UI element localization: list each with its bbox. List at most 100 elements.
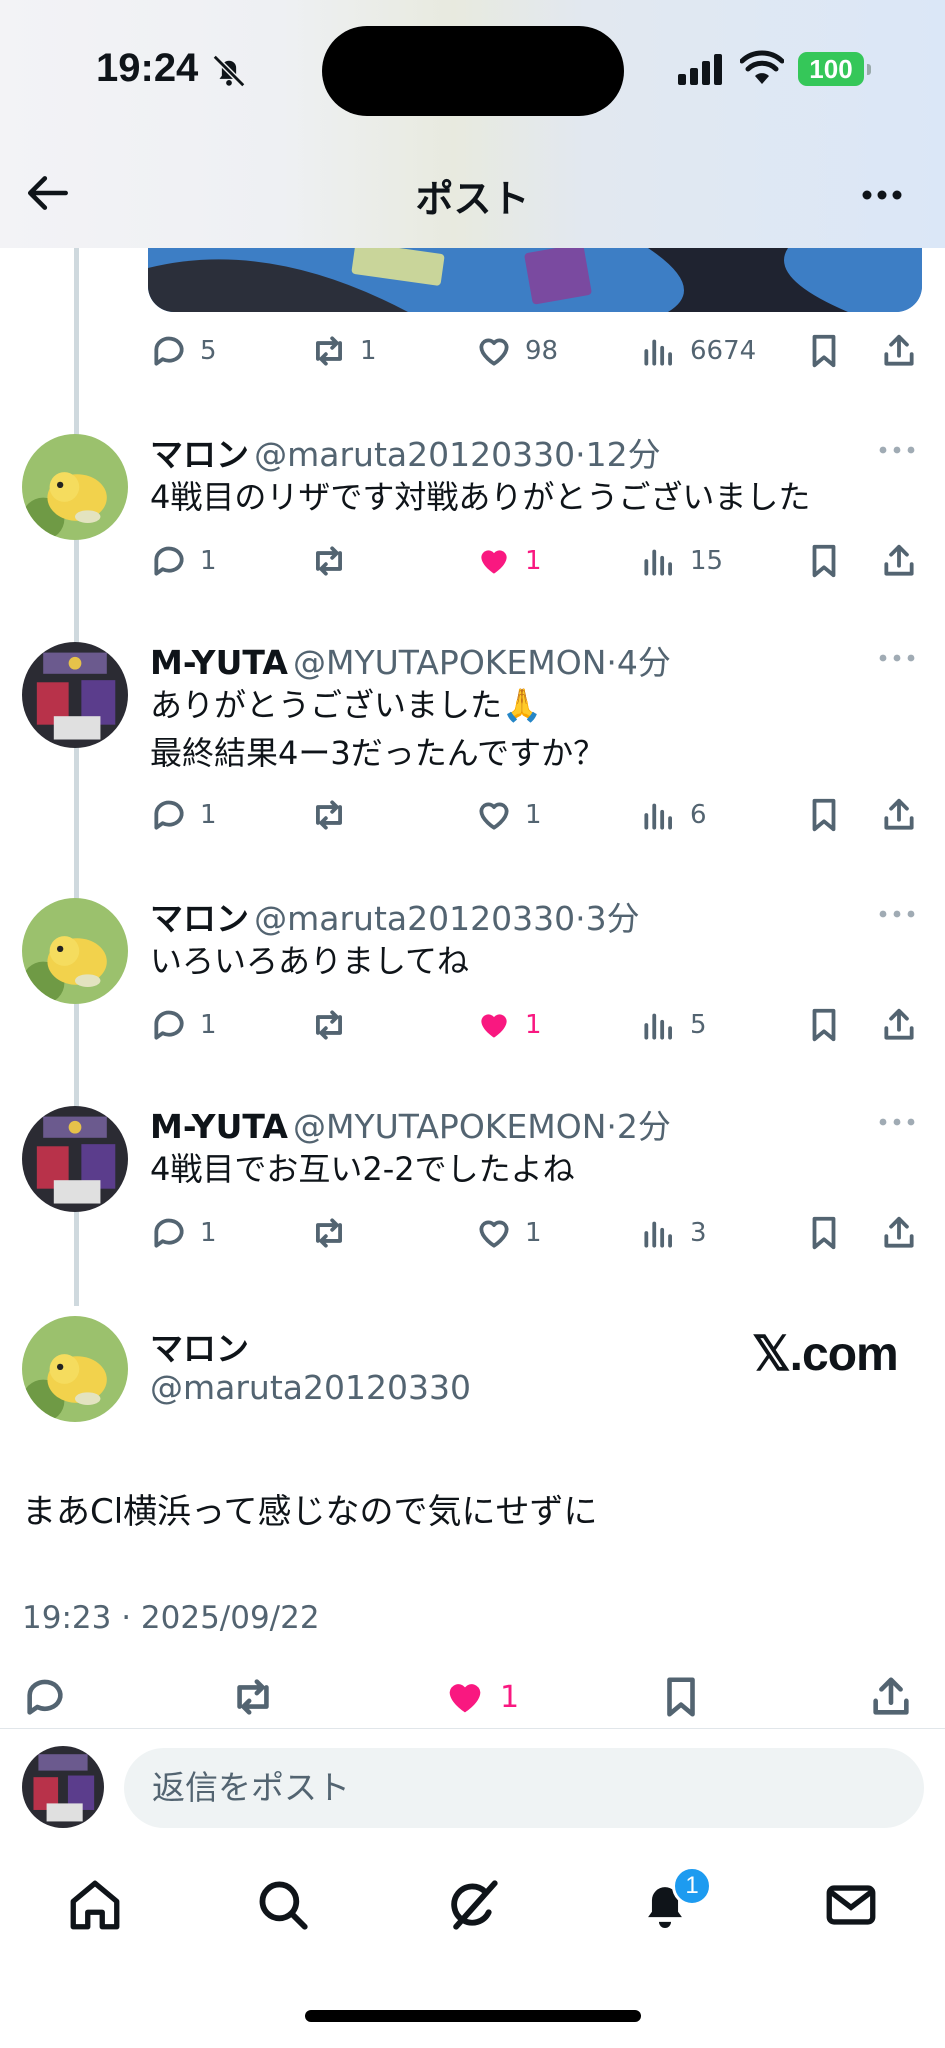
reply-icon bbox=[154, 546, 184, 576]
heart-filled-icon bbox=[481, 1014, 507, 1038]
grok-icon[interactable] bbox=[444, 1876, 502, 1934]
like-button[interactable]: 1 bbox=[442, 1674, 519, 1720]
avatar[interactable] bbox=[22, 1106, 128, 1212]
main-post-display-name[interactable]: マロン bbox=[150, 1322, 249, 1370]
user-handle[interactable]: @MYUTAPOKEMON bbox=[293, 643, 606, 682]
repost-icon bbox=[316, 1010, 342, 1040]
display-name[interactable]: マロン bbox=[150, 435, 249, 474]
reply-header: M-YUTA @MYUTAPOKEMON·4分 bbox=[150, 636, 671, 684]
separator-dot: · bbox=[606, 1107, 617, 1146]
main-post-handle[interactable]: @maruta20120330 bbox=[150, 1368, 471, 1407]
reply-count: 1 bbox=[200, 546, 217, 576]
reply-button[interactable]: 1 bbox=[150, 1210, 217, 1256]
reply-count: 1 bbox=[200, 1218, 217, 1248]
repost-button[interactable] bbox=[310, 1002, 360, 1048]
heart-icon bbox=[479, 1220, 509, 1248]
reply-button[interactable]: 1 bbox=[150, 538, 217, 584]
share-button[interactable] bbox=[880, 1002, 930, 1048]
main-post-avatar[interactable] bbox=[22, 1316, 128, 1422]
like-button[interactable]: 1 bbox=[475, 792, 542, 838]
separator-dot: · bbox=[606, 643, 617, 682]
bookmark-icon bbox=[812, 544, 836, 578]
reply-icon bbox=[27, 1679, 63, 1715]
reply-button[interactable]: 1 bbox=[150, 1002, 217, 1048]
repost-button[interactable] bbox=[310, 538, 360, 584]
like-button[interactable]: 1 bbox=[475, 1002, 542, 1048]
share-button[interactable] bbox=[880, 792, 930, 838]
share-button[interactable] bbox=[880, 328, 930, 374]
bookmark-button[interactable] bbox=[805, 792, 855, 838]
bookmark-button[interactable] bbox=[805, 1002, 855, 1048]
repost-icon bbox=[316, 546, 342, 576]
share-button[interactable] bbox=[880, 1210, 930, 1256]
views-button[interactable]: 6 bbox=[640, 792, 707, 838]
display-name[interactable]: M-YUTA bbox=[150, 643, 288, 682]
view-count: 6674 bbox=[690, 336, 757, 366]
repost-button[interactable] bbox=[310, 792, 360, 838]
display-name[interactable]: マロン bbox=[150, 899, 249, 938]
like-count: 1 bbox=[525, 800, 542, 830]
repost-button[interactable]: 1 bbox=[310, 328, 377, 374]
reply-button[interactable]: 5 bbox=[150, 328, 217, 374]
cellular-signal-icon bbox=[678, 54, 722, 85]
like-button[interactable]: 98 bbox=[475, 328, 558, 374]
avatar[interactable] bbox=[22, 642, 128, 748]
like-count: 1 bbox=[525, 1218, 542, 1248]
display-name[interactable]: M-YUTA bbox=[150, 1107, 288, 1146]
bookmark-button[interactable] bbox=[658, 1674, 716, 1720]
user-handle[interactable]: @MYUTAPOKEMON bbox=[293, 1107, 606, 1146]
bookmark-icon bbox=[812, 334, 836, 368]
bookmark-icon bbox=[812, 1216, 836, 1250]
bookmark-button[interactable] bbox=[805, 538, 855, 584]
more-dots-icon[interactable] bbox=[877, 904, 917, 924]
like-button[interactable]: 1 bbox=[475, 538, 542, 584]
like-count: 1 bbox=[500, 1679, 520, 1715]
reply-text: 4戦目のリザです対戦ありがとうございました bbox=[150, 478, 811, 516]
heart-filled-icon bbox=[449, 1684, 481, 1713]
like-count: 1 bbox=[525, 1010, 542, 1040]
post-time: 12分 bbox=[585, 435, 661, 474]
more-dots-icon[interactable] bbox=[877, 1112, 917, 1132]
bookmark-icon bbox=[812, 1008, 836, 1042]
home-indicator bbox=[305, 2010, 641, 2022]
share-button[interactable] bbox=[880, 538, 930, 584]
more-dots-icon[interactable] bbox=[877, 440, 917, 460]
views-button[interactable]: 6674 bbox=[640, 328, 756, 374]
reply-header: マロン @maruta20120330·3分 bbox=[150, 892, 640, 940]
messages-envelope-icon[interactable] bbox=[822, 1876, 880, 1934]
reply-button[interactable] bbox=[22, 1674, 80, 1720]
more-dots-icon[interactable] bbox=[877, 648, 917, 668]
user-handle[interactable]: @maruta20120330 bbox=[254, 899, 575, 938]
reply-count: 1 bbox=[200, 800, 217, 830]
reply-actions: 1 1 5 bbox=[150, 1002, 925, 1048]
share-icon bbox=[884, 334, 914, 366]
avatar[interactable] bbox=[22, 434, 128, 540]
bookmark-button[interactable] bbox=[805, 1210, 855, 1256]
current-user-avatar bbox=[22, 1746, 104, 1828]
post-image[interactable] bbox=[148, 248, 922, 312]
repost-button[interactable] bbox=[310, 1210, 360, 1256]
more-options-icon[interactable] bbox=[857, 172, 907, 218]
views-chart-icon bbox=[644, 1221, 672, 1248]
repost-button[interactable] bbox=[230, 1674, 288, 1720]
reply-button[interactable]: 1 bbox=[150, 792, 217, 838]
reply-input[interactable]: 返信をポスト bbox=[124, 1748, 924, 1828]
reply-actions: 1 1 3 bbox=[150, 1210, 925, 1256]
share-button[interactable] bbox=[868, 1674, 926, 1720]
divider bbox=[0, 1728, 945, 1729]
search-icon[interactable] bbox=[254, 1876, 312, 1934]
user-handle[interactable]: @maruta20120330 bbox=[254, 435, 575, 474]
view-count: 5 bbox=[690, 1010, 707, 1040]
main-post-text: まあCl横浜って感じなので気にせずに bbox=[22, 1492, 598, 1532]
views-chart-icon bbox=[644, 803, 672, 830]
post-time: 3分 bbox=[585, 899, 640, 938]
bookmark-button[interactable] bbox=[805, 328, 855, 374]
avatar[interactable] bbox=[22, 898, 128, 1004]
status-time: 19:24 bbox=[96, 46, 199, 90]
reply-text-line2: 最終結果4ー3だったんですか？ bbox=[150, 734, 606, 772]
views-button[interactable]: 5 bbox=[640, 1002, 707, 1048]
like-button[interactable]: 1 bbox=[475, 1210, 542, 1256]
home-icon[interactable] bbox=[66, 1876, 124, 1934]
views-button[interactable]: 3 bbox=[640, 1210, 707, 1256]
views-button[interactable]: 15 bbox=[640, 538, 723, 584]
